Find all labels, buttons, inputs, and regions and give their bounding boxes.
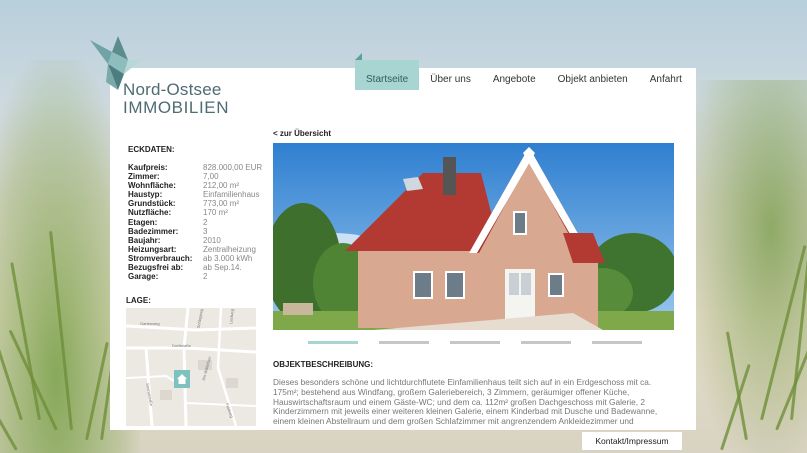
details-value: 3 (203, 226, 208, 236)
map-street-label: Gartenweg (140, 321, 160, 326)
details-row: Baujahr: 2010 (128, 236, 262, 245)
details-key: Wohnfläche: (128, 181, 176, 191)
description-title: OBJEKTBESCHREIBUNG: (273, 360, 374, 369)
details-row: Wohnfläche: 212,00 m² (128, 181, 262, 190)
details-key: Etagen: (128, 217, 158, 227)
location-map[interactable]: Gartenweg Schlagweg Dorfstraße Am Wäldch… (126, 308, 256, 426)
details-value: 2 (203, 272, 208, 282)
details-key: Baujahr: (128, 235, 161, 245)
details-row: Zimmer: 7,00 (128, 172, 262, 181)
details-row: Etagen: 2 (128, 218, 262, 227)
details-value: 2010 (203, 235, 221, 245)
details-key: Grundstück: (128, 199, 176, 209)
slider-indicator[interactable] (592, 341, 642, 344)
details-row: Garage: 2 (128, 272, 262, 281)
brand-name-line2: IMMOBILIEN (123, 98, 230, 117)
details-value: 773,00 m² (203, 199, 240, 209)
details-key: Garage: (128, 272, 159, 282)
details-key: Bezugsfrei ab: (128, 263, 184, 273)
main-navigation: Startseite Über uns Angebote Objekt anbi… (355, 53, 693, 90)
details-key: Heizungsart: (128, 244, 177, 254)
details-key: Kaufpreis: (128, 163, 168, 172)
contact-imprint-link[interactable]: Kontakt/Impressum (582, 432, 682, 450)
slider-indicator[interactable] (450, 341, 500, 344)
nav-item-angebote[interactable]: Angebote (482, 60, 547, 90)
nav-item-anfahrt[interactable]: Anfahrt (639, 60, 693, 90)
photo-slider-indicators (308, 341, 642, 344)
details-row: Nutzfläche: 170 m² (128, 208, 262, 217)
nav-item-startseite[interactable]: Startseite (355, 53, 420, 90)
details-row: Heizungsart: Zentralheizung (128, 245, 262, 254)
nav-item-ueber-uns[interactable]: Über uns (419, 60, 482, 90)
details-table: Kaufpreis: 828.000,00 EUR Zimmer: 7,00 Wohnf… (128, 163, 262, 281)
back-to-overview-link[interactable]: < zur Übersicht (273, 129, 331, 138)
details-row: Stromverbrauch: ab 3.000 kWh (128, 254, 262, 263)
details-row: Haustyp: Einfamilienhaus (128, 190, 262, 199)
details-key: Haustyp: (128, 190, 163, 200)
details-row: Bezugsfrei ab: ab Sep.14. (128, 263, 262, 272)
details-row: Grundstück: 773,00 m² (128, 199, 262, 208)
details-value: Zentralheizung (203, 244, 256, 254)
nav-item-objekt-anbieten[interactable]: Objekt anbieten (547, 60, 639, 90)
details-key: Stromverbrauch: (128, 253, 193, 263)
details-value: Einfamilienhaus (203, 190, 260, 200)
brand-name-line1: Nord-Ostsee (123, 80, 222, 99)
property-photo (273, 143, 674, 330)
slider-indicator[interactable] (521, 341, 571, 344)
slider-indicator[interactable] (379, 341, 429, 344)
details-title: ECKDATEN: (128, 145, 175, 154)
details-value: ab Sep.14. (203, 263, 242, 273)
details-value: 170 m² (203, 208, 228, 218)
details-value: 828.000,00 EUR (203, 163, 263, 172)
description-text: Dieses besonders schöne und lichtdurchfl… (273, 377, 658, 427)
details-row: Kaufpreis: 828.000,00 EUR (128, 163, 262, 172)
location-title: LAGE: (126, 296, 151, 305)
details-row: Badezimmer: 3 (128, 227, 262, 236)
details-value: 212,00 m² (203, 181, 240, 191)
details-value: 7,00 (203, 172, 219, 182)
house-marker-icon[interactable] (174, 370, 190, 388)
slider-indicator[interactable] (308, 341, 358, 344)
details-value: ab 3.000 kWh (203, 253, 253, 263)
map-street-label: Dorfstraße (172, 343, 191, 348)
details-key: Nutzfläche: (128, 208, 172, 218)
details-key: Zimmer: (128, 172, 160, 182)
details-key: Badezimmer: (128, 226, 179, 236)
details-value: 2 (203, 217, 208, 227)
